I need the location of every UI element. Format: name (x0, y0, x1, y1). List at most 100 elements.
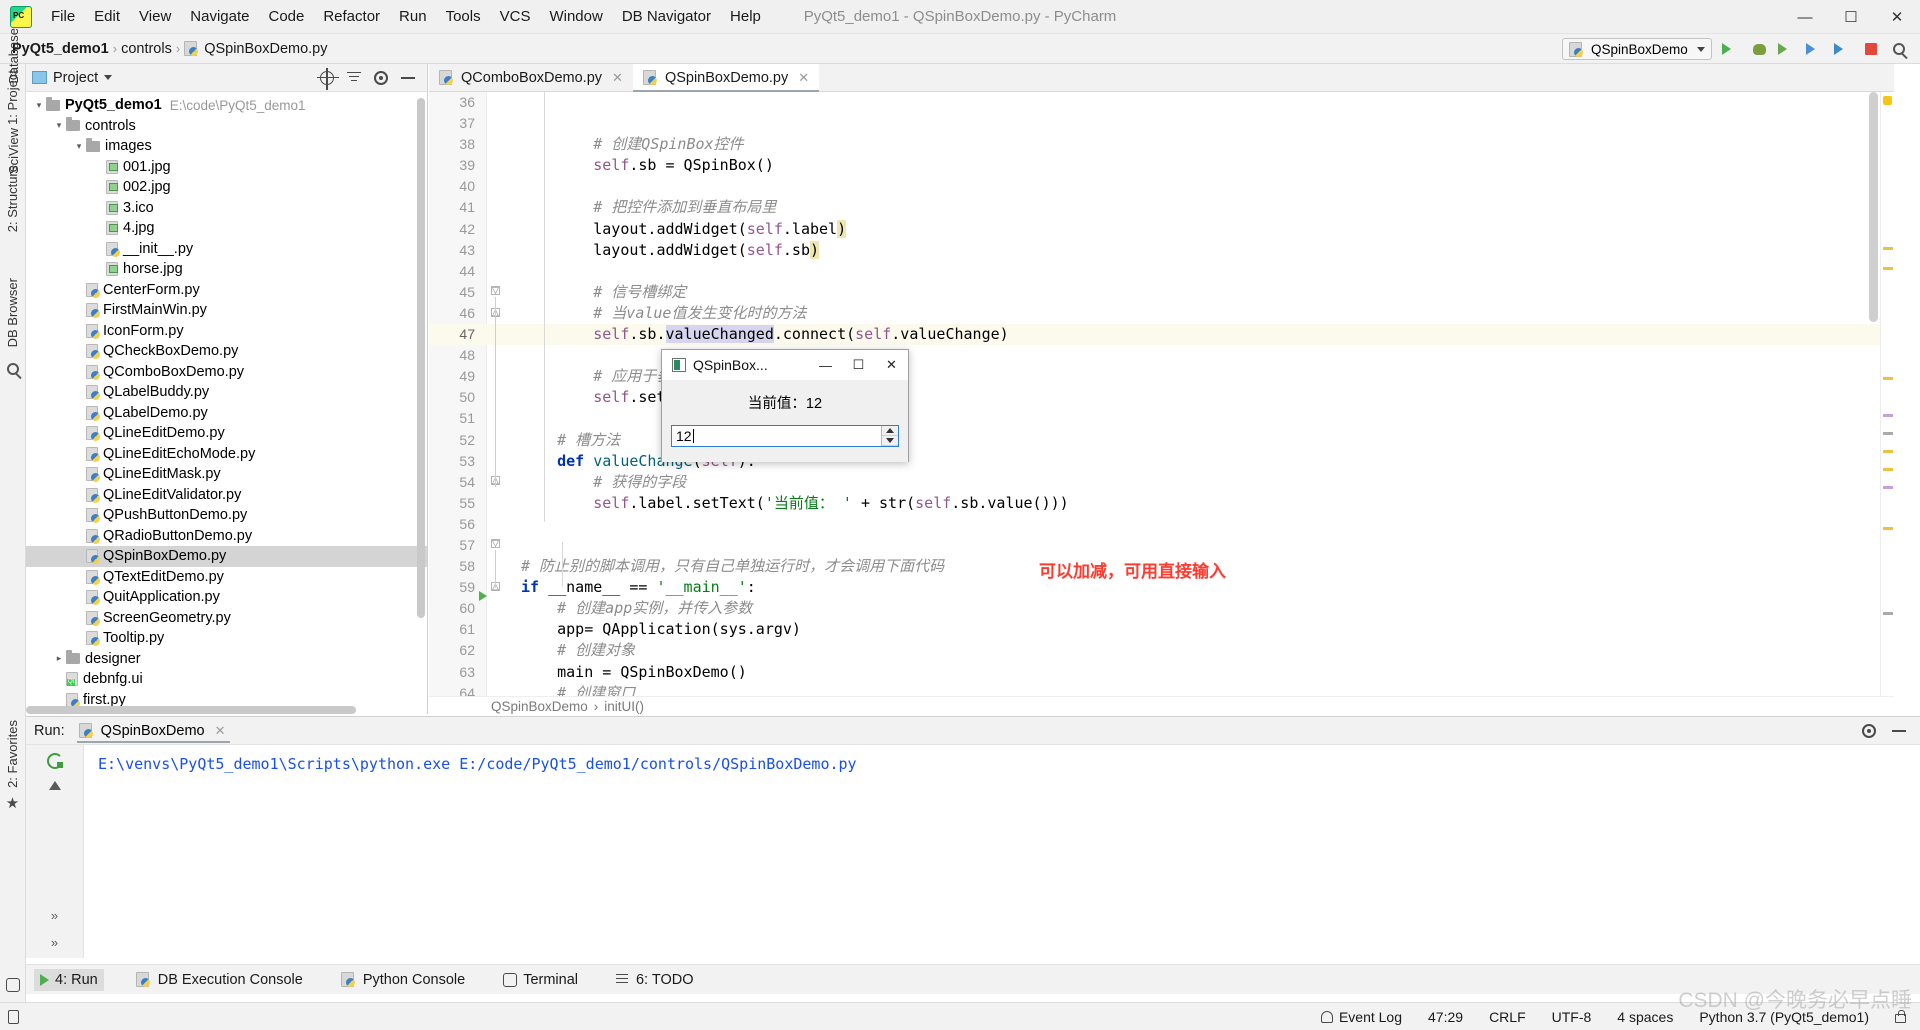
project-scrollbar-horizontal[interactable] (26, 706, 356, 714)
menu-run[interactable]: Run (390, 4, 436, 29)
file-encoding[interactable]: UTF-8 (1552, 1009, 1592, 1025)
tree-node-001-jpg[interactable]: 001.jpg (26, 157, 427, 178)
warning-marker[interactable] (1883, 247, 1893, 250)
code-line-53[interactable]: 53 def valueChange(self): (429, 451, 1894, 472)
locate-file-icon[interactable] (317, 67, 339, 90)
menu-refactor[interactable]: Refactor (314, 4, 389, 29)
dialog-close-button[interactable]: ✕ (875, 350, 908, 380)
code-line-60[interactable]: 60 # 创建app实例，并传入参数 (429, 598, 1894, 619)
code-line-37[interactable]: 37 (429, 113, 1894, 134)
doc-icon[interactable] (8, 1009, 19, 1024)
project-panel-title[interactable]: Project (53, 70, 98, 86)
tree-node-screengeometry-py[interactable]: ScreenGeometry.py (26, 608, 427, 629)
tree-node-debnfg-ui[interactable]: debnfg.ui (26, 669, 427, 690)
info-marker[interactable] (1883, 414, 1893, 417)
code-line-39[interactable]: 39 self.sb = QSpinBox() (429, 155, 1894, 176)
lock-icon[interactable] (1895, 1009, 1906, 1023)
menu-db-navigator[interactable]: DB Navigator (613, 4, 720, 29)
menu-view[interactable]: View (130, 4, 180, 29)
menu-edit[interactable]: Edit (85, 4, 129, 29)
tree-twisty-icon[interactable]: ▾ (72, 141, 86, 152)
code-line-61[interactable]: 61 app= QApplication(sys.argv) (429, 619, 1894, 640)
tree-twisty-icon[interactable]: ▸ (52, 653, 66, 664)
code-line-36[interactable]: 36 (429, 92, 1894, 113)
tree-node-qradiobuttondemo-py[interactable]: QRadioButtonDemo.py (26, 526, 427, 547)
tree-node-designer[interactable]: ▸ designer (26, 649, 427, 670)
minimize-button[interactable]: — (1782, 0, 1828, 34)
code-line-41[interactable]: 41 # 把控件添加到垂直布局里 (429, 197, 1894, 218)
project-scrollbar-vertical[interactable] (417, 98, 425, 618)
search-everywhere-icon[interactable] (1890, 40, 1908, 58)
tool-window-sciview[interactable]: SciView (6, 122, 21, 180)
breadcrumb-class[interactable]: QSpinBoxDemo (491, 699, 588, 714)
tree-node--init-py[interactable]: __init__.py (26, 239, 427, 260)
dialog-title-bar[interactable]: QSpinBox... — ☐ ✕ (662, 350, 908, 380)
db-search-icon[interactable] (6, 363, 19, 376)
editor-scrollbar-vertical[interactable] (1869, 92, 1878, 322)
tree-node-quitapplication-py[interactable]: QuitApplication.py (26, 587, 427, 608)
gear-icon[interactable] (374, 70, 388, 85)
tool-button-db-execution-console[interactable]: DB Execution Console (130, 969, 309, 991)
tool-button-run[interactable]: 4: Run (34, 968, 104, 991)
rerun-icon[interactable] (46, 753, 63, 769)
attach-process-icon[interactable] (1806, 40, 1824, 58)
close-run-tab-icon[interactable]: ✕ (215, 723, 226, 739)
more-actions-1-icon[interactable]: » (51, 908, 58, 923)
tree-node-pyqt5-demo1[interactable]: ▾ PyQt5_demo1 E:\code\PyQt5_demo1 (26, 95, 427, 116)
tree-node-controls[interactable]: ▾ controls (26, 116, 427, 137)
code-line-46[interactable]: 46 # 当value值发生变化时的方法 (429, 303, 1894, 324)
menu-file[interactable]: File (42, 4, 84, 29)
code-line-51[interactable]: 51 (429, 408, 1894, 429)
inspection-status-icon[interactable] (1883, 96, 1892, 105)
project-file-tree[interactable]: ▾ PyQt5_demo1 E:\code\PyQt5_demo1 ▾ controls… (26, 92, 427, 710)
code-line-49[interactable]: 49 # 应用于垂直布局 (429, 366, 1894, 387)
warning-marker[interactable] (1883, 468, 1893, 471)
indent-setting[interactable]: 4 spaces (1617, 1009, 1673, 1025)
code-line-42[interactable]: 42 layout.addWidget(self.label) (429, 219, 1894, 240)
code-line-56[interactable]: 56 (429, 514, 1894, 535)
tool-button-terminal[interactable]: Terminal (497, 969, 584, 991)
menu-code[interactable]: Code (259, 4, 313, 29)
tree-node-4-jpg[interactable]: 4.jpg (26, 218, 427, 239)
tree-node-qlineeditechomode-py[interactable]: QLineEditEchoMode.py (26, 444, 427, 465)
tool-window-db-browser[interactable]: DB Browser (5, 272, 20, 353)
code-line-57[interactable]: 57 (429, 535, 1894, 556)
tree-node-qlabeldemo-py[interactable]: QLabelDemo.py (26, 403, 427, 424)
code-line-38[interactable]: 38 # 创建QSpinBox控件 (429, 134, 1894, 155)
warning-marker[interactable] (1883, 450, 1893, 453)
hide-panel-icon[interactable] (401, 76, 415, 79)
dialog-maximize-button[interactable]: ☐ (842, 350, 875, 380)
tree-node-qcheckboxdemo-py[interactable]: QCheckBoxDemo.py (26, 341, 427, 362)
scroll-up-icon[interactable] (48, 781, 61, 790)
fold-marker-55[interactable]: △ (491, 582, 503, 594)
code-line-40[interactable]: 40 (429, 176, 1894, 197)
tree-node-tooltip-py[interactable]: Tooltip.py (26, 628, 427, 649)
breadcrumb-controls[interactable]: controls (121, 41, 172, 57)
code-line-62[interactable]: 62 # 创建对象 (429, 640, 1894, 661)
fold-marker-45[interactable]: ▽ (491, 286, 503, 298)
warning-marker[interactable] (1883, 267, 1893, 270)
editor-tab-qspinboxdemo[interactable]: QSpinBoxDemo.py ✕ (632, 64, 820, 92)
fold-marker-53[interactable]: ▽ (491, 539, 503, 551)
run-line-gutter-icon[interactable] (479, 591, 487, 601)
event-log-button[interactable]: Event Log (1320, 1009, 1402, 1025)
run-tab-qspinboxdemo[interactable]: QSpinBoxDemo ✕ (73, 720, 234, 743)
close-tab-icon[interactable]: ✕ (798, 70, 809, 86)
tree-node-firstmainwin-py[interactable]: FirstMainWin.py (26, 300, 427, 321)
menu-tools[interactable]: Tools (437, 4, 490, 29)
editor-tab-qcomboboxdemo[interactable]: QComboBoxDemo.py ✕ (429, 64, 633, 91)
fold-marker-59[interactable] (491, 603, 503, 615)
spinbox-down-button[interactable] (882, 436, 898, 446)
close-tab-icon[interactable]: ✕ (612, 70, 623, 86)
code-line-43[interactable]: 43 layout.addWidget(self.sb) (429, 240, 1894, 261)
maximize-button[interactable]: ☐ (1828, 0, 1874, 34)
tree-node-qpushbuttondemo-py[interactable]: QPushButtonDemo.py (26, 505, 427, 526)
code-line-55[interactable]: 55 self.label.setText('当前值： ' + str(self… (429, 493, 1894, 514)
profile-icon[interactable] (1778, 40, 1796, 58)
menu-navigate[interactable]: Navigate (181, 4, 258, 29)
info-marker[interactable] (1883, 486, 1893, 489)
close-button[interactable]: ✕ (1874, 0, 1920, 34)
debug-icon[interactable] (1750, 40, 1768, 58)
tool-button-python-console[interactable]: Python Console (335, 969, 471, 991)
code-editor[interactable]: 36 37 38 # 创建QSpinBox控件 39 self.sb = QSpinB… (429, 92, 1894, 714)
